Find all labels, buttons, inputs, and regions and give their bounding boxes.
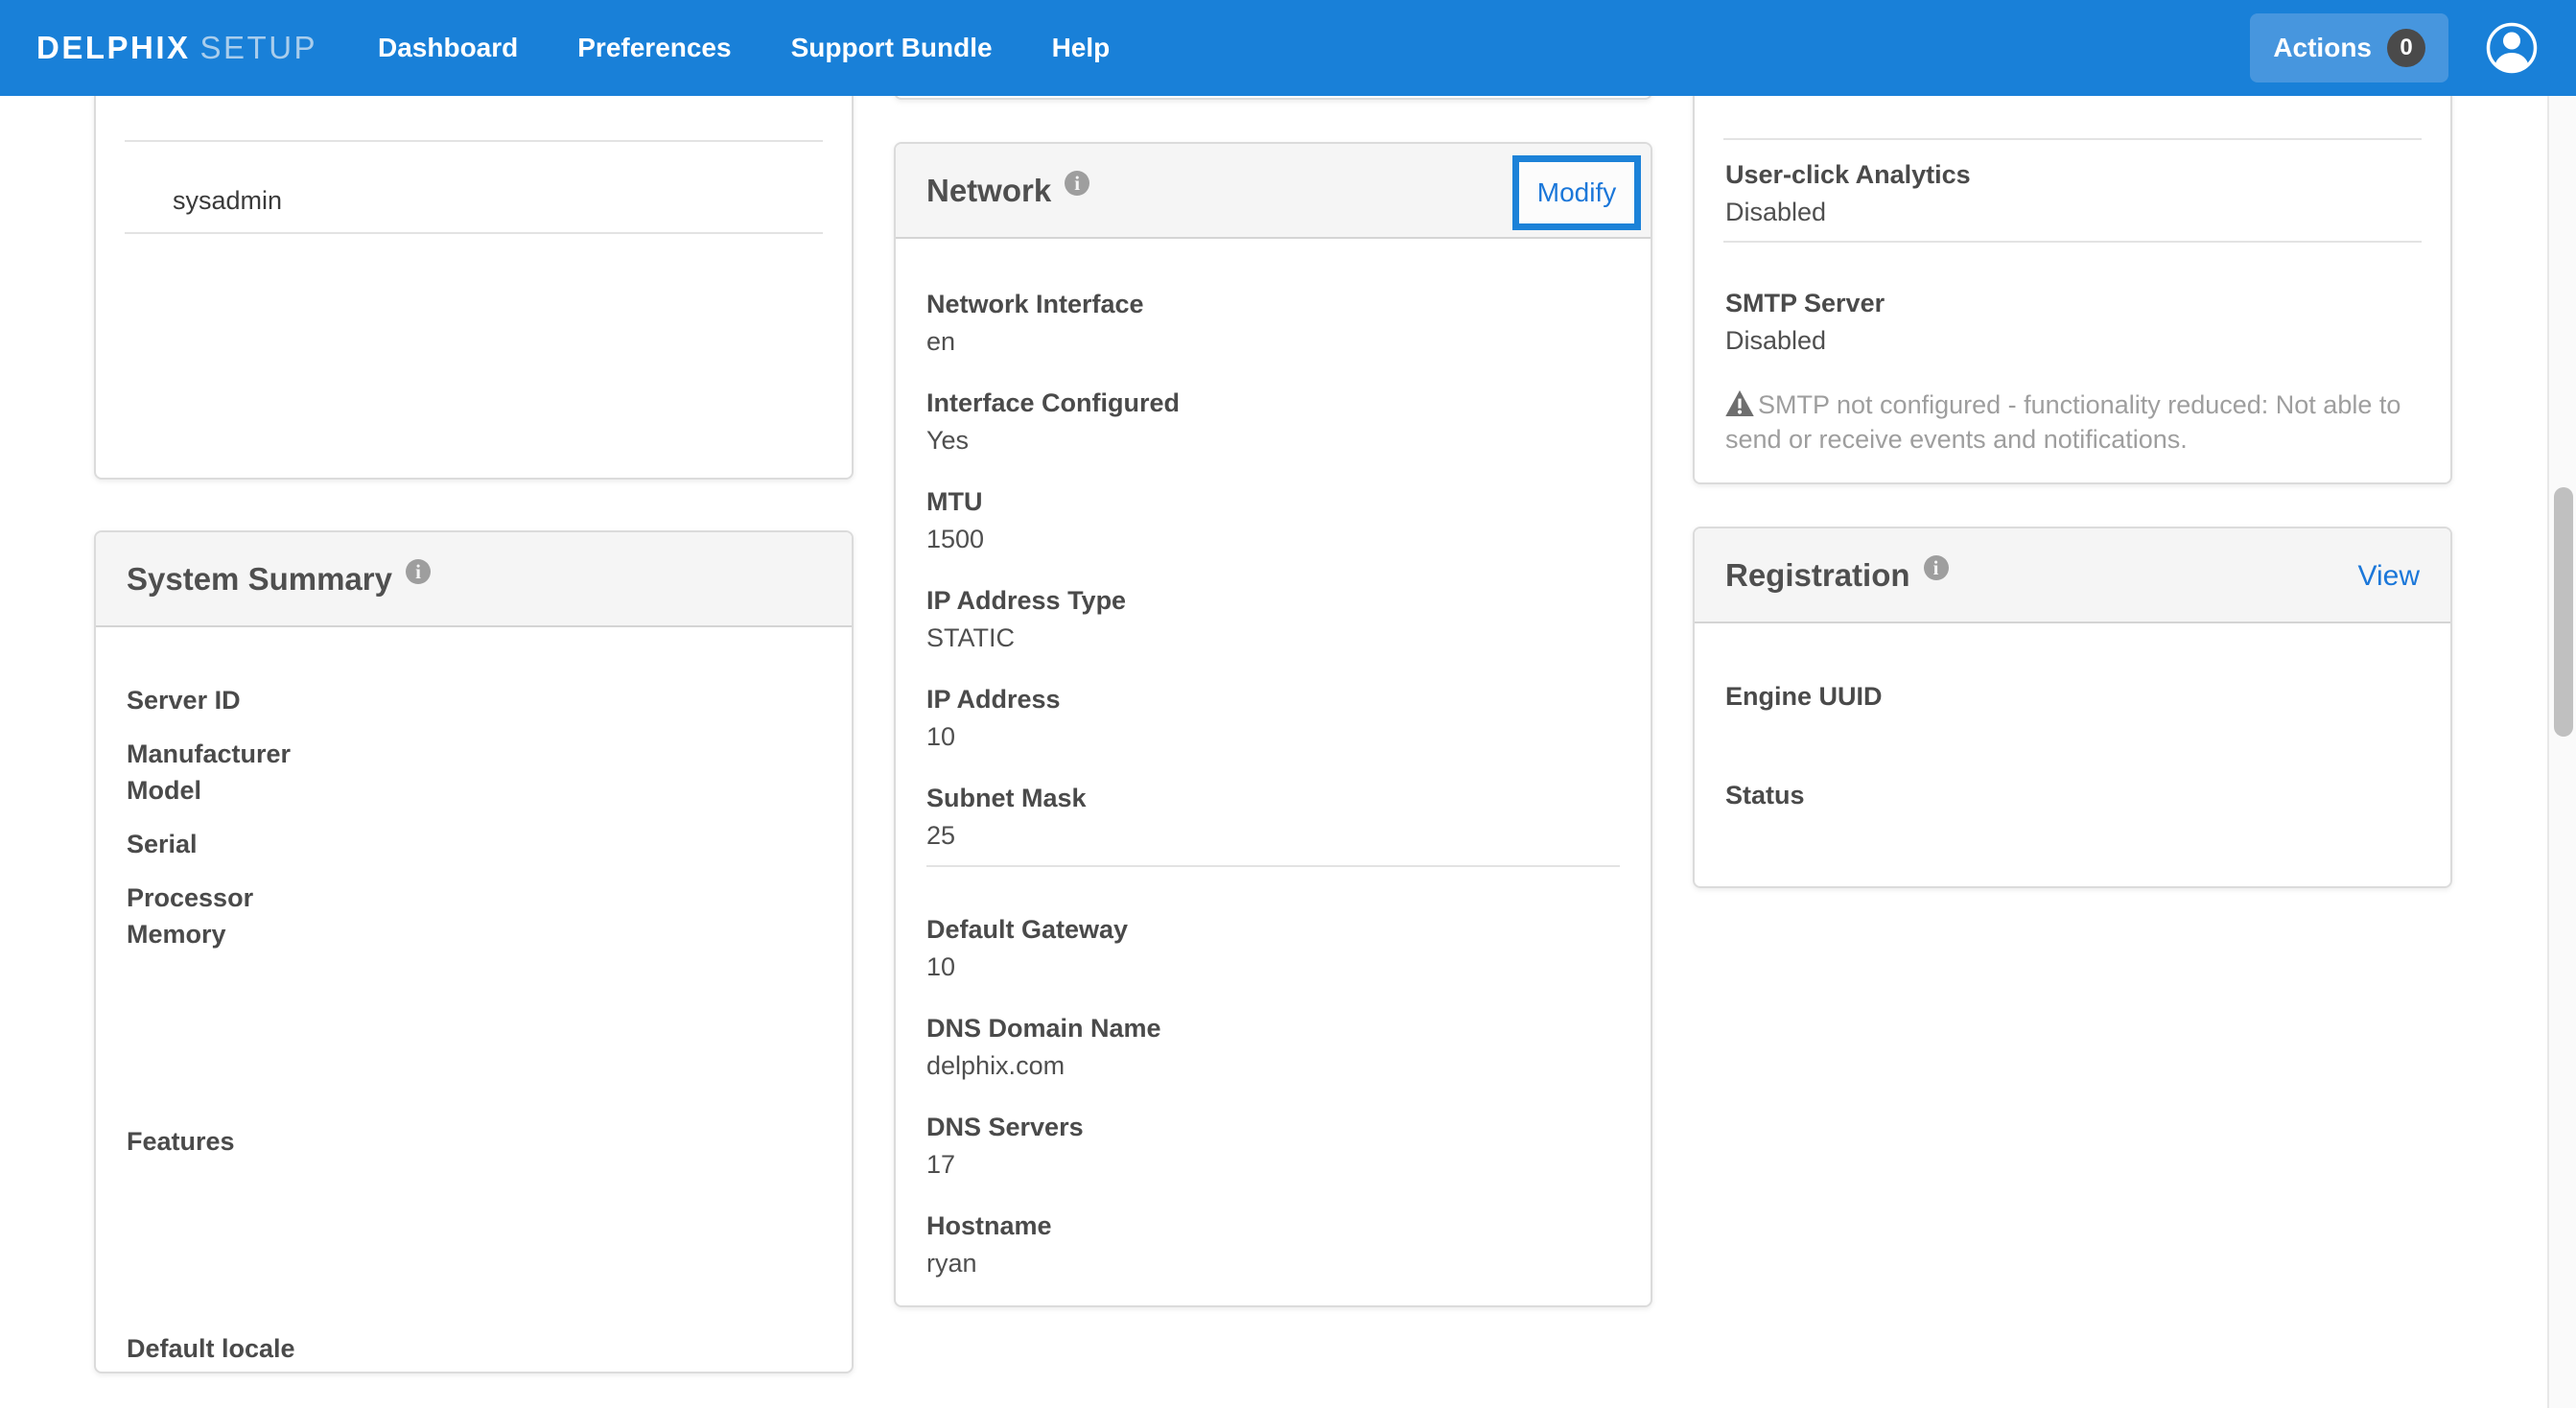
user-avatar-icon: [2486, 22, 2538, 74]
summary-label-processor: Processor: [127, 880, 821, 915]
network-header: Network i Modify: [896, 144, 1651, 239]
field-value: 17: [926, 1148, 1620, 1181]
scrollbar-track[interactable]: [2547, 0, 2576, 1408]
field-label: SMTP Server: [1725, 287, 2420, 319]
info-icon[interactable]: i: [1065, 171, 1089, 196]
actions-label: Actions: [2273, 33, 2372, 63]
list-item-sysadmin[interactable]: sysadmin: [96, 142, 852, 232]
field-label: User-click Analytics: [1725, 158, 2420, 191]
divider: [125, 232, 823, 234]
system-summary-body: Server ID Manufacturer Model Serial Proc…: [96, 627, 852, 1366]
field-label: DNS Domain Name: [926, 1012, 1620, 1044]
field-value: en: [926, 325, 1620, 358]
modify-button[interactable]: Modify: [1512, 155, 1641, 230]
user-list-card: sysadmin: [94, 92, 854, 480]
field-value: Yes: [926, 424, 1620, 457]
field-label: Status: [1725, 779, 2420, 811]
nav-item-help[interactable]: Help: [1052, 33, 1111, 63]
nav-item-dashboard[interactable]: Dashboard: [378, 33, 518, 63]
network-body: Network Interface en Interface Configure…: [896, 239, 1651, 1279]
user-avatar-button[interactable]: [2486, 22, 2538, 74]
smtp-warning-text: SMTP not configured - functionality redu…: [1725, 390, 2400, 454]
field-label: DNS Servers: [926, 1111, 1620, 1143]
field-value: STATIC: [926, 622, 1620, 654]
field-label: Default Gateway: [926, 913, 1620, 946]
field-value: Disabled: [1725, 324, 2420, 357]
actions-button[interactable]: Actions 0: [2250, 13, 2448, 82]
network-field: IP Address Type STATIC: [926, 584, 1620, 654]
summary-label-features: Features: [127, 1124, 821, 1159]
field-label: Interface Configured: [926, 387, 1620, 419]
registration-body: Engine UUID Status: [1695, 623, 2450, 849]
registration-card: Registration i View Engine UUID Status: [1693, 527, 2452, 888]
field-label: Network Interface: [926, 288, 1620, 320]
scrollbar-thumb[interactable]: [2554, 487, 2573, 737]
network-field: Network Interface en: [926, 288, 1620, 358]
nav-item-preferences[interactable]: Preferences: [577, 33, 731, 63]
view-link[interactable]: View: [2358, 528, 2420, 623]
field-label: MTU: [926, 485, 1620, 518]
top-navbar: DELPHIX SETUP Dashboard Preferences Suppo…: [0, 0, 2576, 96]
registration-field: Status: [1725, 779, 2420, 849]
summary-label-memory: Memory: [127, 917, 821, 951]
network-field: Interface Configured Yes: [926, 387, 1620, 457]
analytics-field: User-click Analytics Disabled: [1725, 158, 2420, 228]
system-summary-card: System Summary i Server ID Manufacturer …: [94, 530, 854, 1373]
system-summary-title: System Summary: [127, 561, 392, 598]
warning-icon: [1725, 390, 1754, 416]
field-value: Disabled: [1725, 196, 2420, 228]
registration-title: Registration: [1725, 557, 1910, 594]
smtp-field: SMTP Server Disabled: [1725, 287, 2420, 357]
network-title: Network: [926, 173, 1051, 209]
brand-logo: DELPHIX SETUP: [36, 0, 317, 96]
summary-label-model: Model: [127, 773, 821, 808]
actions-count-badge: 0: [2387, 29, 2425, 67]
network-field: Hostname ryan: [926, 1209, 1620, 1279]
network-field: DNS Domain Name delphix.com: [926, 1012, 1620, 1082]
field-value: 1500: [926, 523, 1620, 555]
info-icon[interactable]: i: [406, 559, 431, 584]
field-value: [1725, 816, 2420, 849]
divider: [1723, 138, 2422, 140]
field-value: [1725, 717, 2420, 750]
network-field: Subnet Mask 25: [926, 782, 1620, 852]
smtp-warning: SMTP not configured - functionality redu…: [1725, 387, 2420, 457]
summary-label-manufacturer: Manufacturer: [127, 737, 821, 771]
brand-delphix: DELPHIX: [36, 30, 191, 65]
system-summary-header: System Summary i: [96, 532, 852, 627]
registration-header: Registration i View: [1695, 528, 2450, 623]
network-field: MTU 1500: [926, 485, 1620, 555]
network-field: DNS Servers 17: [926, 1111, 1620, 1181]
summary-label-server-id: Server ID: [127, 683, 821, 717]
network-field: Default Gateway 10: [926, 913, 1620, 983]
info-icon[interactable]: i: [1924, 555, 1949, 580]
page-content: sysadmin System Summary i Server ID Manu…: [0, 0, 2576, 1408]
field-label: IP Address Type: [926, 584, 1620, 617]
brand-setup: SETUP: [200, 30, 318, 65]
divider: [926, 865, 1620, 867]
network-card: Network i Modify Network Interface en In…: [894, 142, 1652, 1307]
field-value: 10: [926, 950, 1620, 983]
field-value: 10: [926, 720, 1620, 753]
field-label: Hostname: [926, 1209, 1620, 1242]
nav-menu: Dashboard Preferences Support Bundle Hel…: [378, 0, 1169, 96]
field-value: 25: [926, 819, 1620, 852]
field-label: IP Address: [926, 683, 1620, 716]
field-value: ryan: [926, 1247, 1620, 1279]
network-field: IP Address 10: [926, 683, 1620, 753]
field-label: Engine UUID: [1725, 680, 2420, 713]
divider: [1723, 241, 2422, 243]
summary-label-default-locale: Default locale: [127, 1331, 821, 1366]
nav-item-support-bundle[interactable]: Support Bundle: [791, 33, 993, 63]
field-label: Subnet Mask: [926, 782, 1620, 814]
field-value: delphix.com: [926, 1049, 1620, 1082]
registration-field: Engine UUID: [1725, 680, 2420, 750]
summary-label-serial: Serial: [127, 827, 821, 861]
